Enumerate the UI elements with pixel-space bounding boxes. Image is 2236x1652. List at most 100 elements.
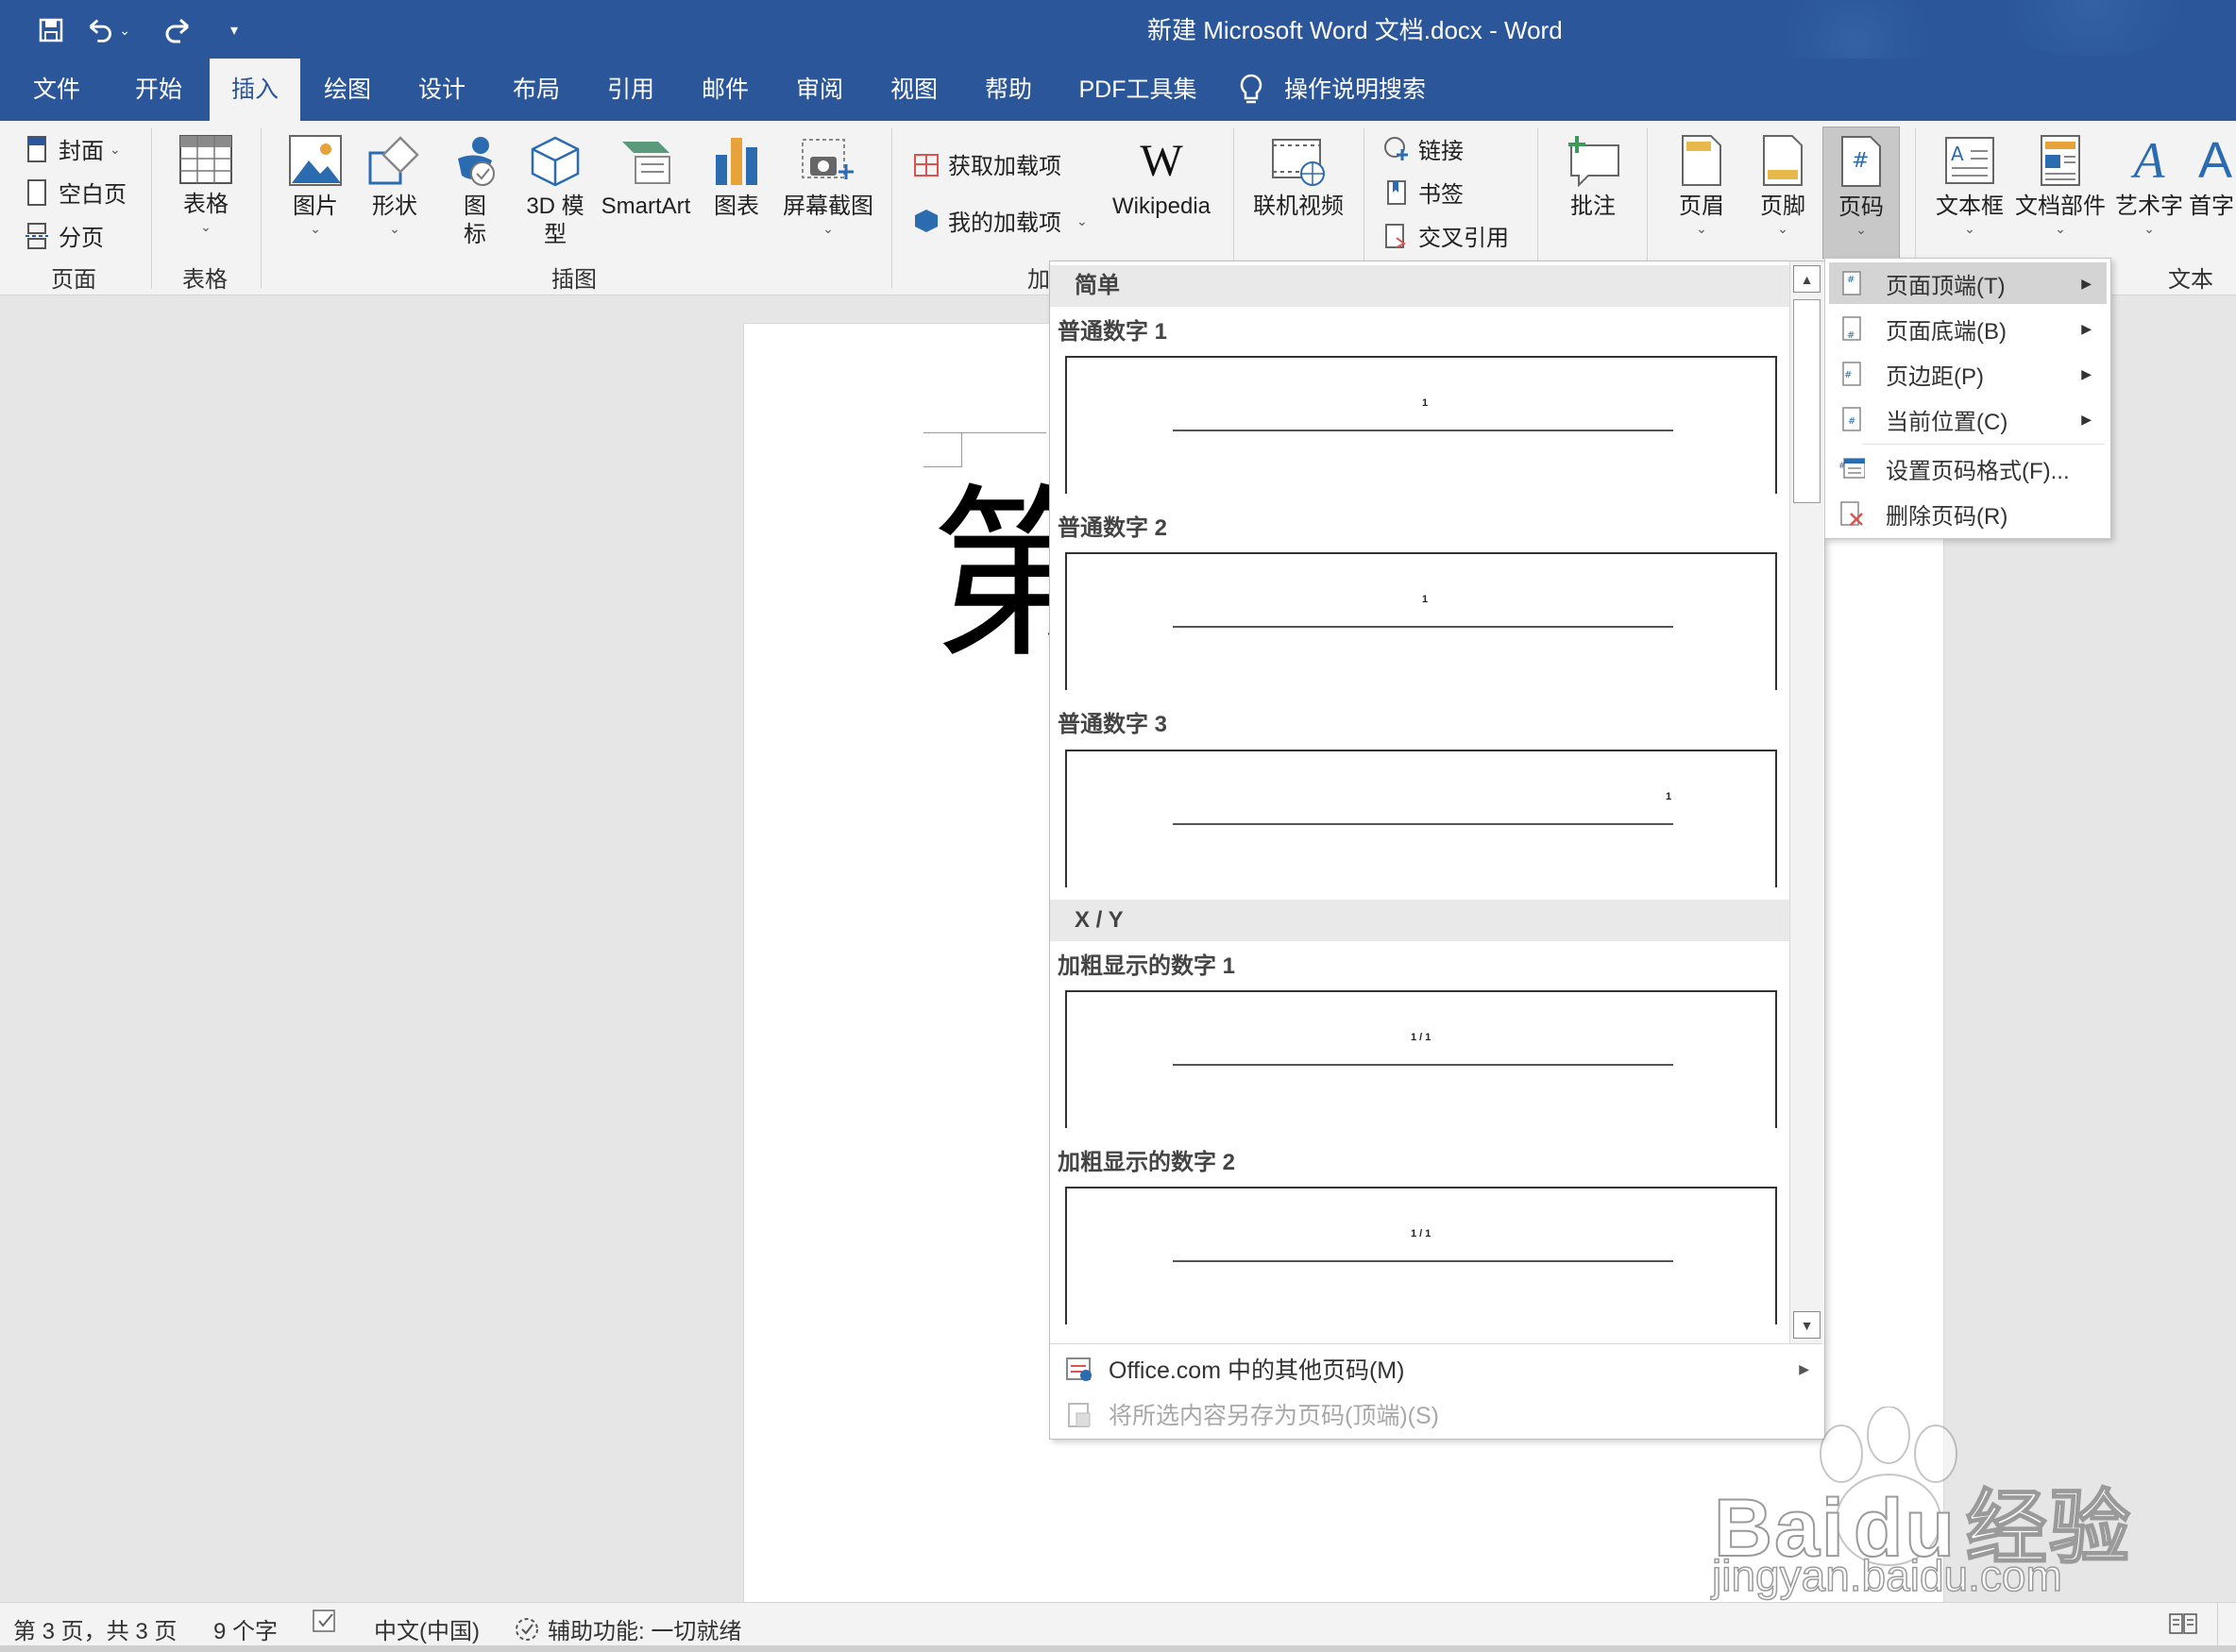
menu-item-top-of-page[interactable]: # 页面顶端(T) ▶ xyxy=(1829,262,2107,304)
gallery-scrollbar[interactable]: ▲ ▼ xyxy=(1789,261,1823,1343)
screenshot-button[interactable]: 屏幕截图 ⌄ xyxy=(776,134,880,236)
menu-item-current-position[interactable]: # 当前位置(C) ▶ xyxy=(1829,398,2107,440)
scroll-down-icon[interactable]: ▼ xyxy=(1793,1311,1821,1339)
divider xyxy=(1050,1343,1822,1344)
gallery-item-plain-number-2[interactable]: 1 xyxy=(1065,552,1777,690)
comment-button[interactable]: 批注 xyxy=(1550,134,1635,221)
proofing-icon[interactable] xyxy=(312,1609,340,1642)
tab-home[interactable]: 开始 xyxy=(121,59,196,121)
header-label: 页眉 xyxy=(1679,194,1724,219)
more-page-numbers-office-button[interactable]: Office.com 中的其他页码(M) ▶ xyxy=(1050,1346,1822,1391)
accessibility-status[interactable]: 辅助功能: 一切就绪 xyxy=(514,1612,741,1645)
watermark-url: jingyan.baidu.com xyxy=(1711,1550,2062,1601)
customize-icon[interactable]: ▾ xyxy=(223,9,246,51)
wikipedia-button[interactable]: W Wikipedia xyxy=(1105,134,1218,221)
menu-item-remove-page-numbers[interactable]: 删除页码(R) xyxy=(1829,493,2107,534)
menu-item-label: 页面底端(B) xyxy=(1886,318,2007,345)
footer-button[interactable]: 页脚 ⌄ xyxy=(1745,134,1821,236)
gallery-item-plain-number-3[interactable]: 1 xyxy=(1065,750,1777,887)
title-bar: ⌄ ▾ 新建 Microsoft Word 文档.docx - Word xyxy=(0,0,2236,113)
tab-pdf[interactable]: PDF工具集 xyxy=(1075,59,1201,121)
link-label: 链接 xyxy=(1418,139,1464,164)
chart-label: 图表 xyxy=(714,194,759,219)
page-break-button[interactable]: 分页 xyxy=(23,219,104,252)
cross-reference-button[interactable]: 交叉引用 xyxy=(1382,219,1509,252)
gallery-item-title: 加粗显示的数字 1 xyxy=(1058,953,1236,979)
table-button[interactable]: 表格 ⌄ xyxy=(170,134,242,234)
menu-item-page-margins[interactable]: # 页边距(P) ▶ xyxy=(1829,353,2107,395)
language-status[interactable]: 中文(中国) xyxy=(374,1612,480,1645)
tab-view[interactable]: 视图 xyxy=(876,59,952,121)
tab-help[interactable]: 帮助 xyxy=(971,59,1046,121)
tab-design[interactable]: 设计 xyxy=(404,59,480,121)
header-line xyxy=(1173,1064,1673,1066)
bookmark-button[interactable]: 书签 xyxy=(1382,176,1464,209)
status-bar: 第 3 页，共 3 页 9 个字 中文(中国) 辅助功能: 一切就绪 xyxy=(0,1602,2236,1646)
gallery-item-bold-number-2[interactable]: 1 / 1 xyxy=(1065,1187,1777,1324)
header-button[interactable]: 页眉 ⌄ xyxy=(1664,134,1739,236)
tab-file[interactable]: 文件 xyxy=(19,59,94,121)
word-count-status[interactable]: 9 个字 xyxy=(213,1612,278,1645)
tab-references[interactable]: 引用 xyxy=(593,59,669,121)
gallery-item-title: 加粗显示的数字 2 xyxy=(1058,1150,1236,1175)
quick-parts-icon xyxy=(2038,134,2083,187)
scroll-up-icon[interactable]: ▲ xyxy=(1793,265,1821,293)
save-icon[interactable] xyxy=(32,9,70,51)
gallery-item-plain-number-1[interactable]: 1 xyxy=(1065,356,1777,494)
store-icon xyxy=(912,150,940,178)
tell-me-search[interactable]: 操作说明搜索 xyxy=(1239,59,1484,121)
menu-item-bottom-of-page[interactable]: # 页面底端(B) ▶ xyxy=(1829,308,2107,349)
tab-draw[interactable]: 绘图 xyxy=(310,59,385,121)
drop-cap-button[interactable]: A 首字 xyxy=(2189,134,2236,221)
cover-page-button[interactable]: 封面 ⌄ xyxy=(23,132,121,165)
wordart-button[interactable]: A 艺术字 ⌄ xyxy=(2111,132,2187,236)
submenu-arrow-icon: ▶ xyxy=(2081,320,2092,336)
gallery-item-bold-number-1[interactable]: 1 / 1 xyxy=(1065,990,1777,1128)
page-number-button[interactable]: # 页码 ⌄ xyxy=(1822,126,1900,259)
quick-parts-button[interactable]: 文档部件 ⌄ xyxy=(2011,134,2109,236)
gallery-item-title: 普通数字 1 xyxy=(1058,319,1168,345)
blank-page-icon xyxy=(23,178,51,207)
page-number-submenu: # 页面顶端(T) ▶ # 页面底端(B) ▶ # 页边距(P) ▶ # 当前位… xyxy=(1824,258,2111,539)
wordart-label: 艺术字 xyxy=(2115,194,2183,219)
shapes-button[interactable]: 形状 ⌄ xyxy=(361,134,429,236)
group-label-illustrations: 插图 xyxy=(551,267,597,293)
tab-insert[interactable]: 插入 xyxy=(210,59,300,121)
tab-layout[interactable]: 布局 xyxy=(499,59,574,121)
group-separator xyxy=(151,128,152,289)
current-position-icon: # xyxy=(1838,404,1865,434)
blank-page-button[interactable]: 空白页 xyxy=(23,176,127,209)
get-addins-button[interactable]: 获取加载项 xyxy=(912,147,1061,180)
menu-item-format-page-numbers[interactable]: # 设置页码格式(F)... xyxy=(1829,447,2107,489)
group-label-tables: 表格 xyxy=(182,267,228,293)
smartart-icon xyxy=(617,134,675,187)
3d-models-button[interactable]: 3D 模 型 xyxy=(517,134,593,249)
icons-icon xyxy=(449,134,501,187)
margin-mark xyxy=(923,432,1046,433)
icons-button[interactable]: 图 标 xyxy=(442,134,508,249)
shapes-label: 形状 xyxy=(372,194,417,219)
undo-icon[interactable]: ⌄ xyxy=(85,9,130,51)
header-icon xyxy=(1679,134,1724,187)
redo-icon[interactable] xyxy=(161,9,198,51)
tab-mailings[interactable]: 邮件 xyxy=(687,59,763,121)
save-selection-label: 将所选内容另存为页码(顶端)(S) xyxy=(1109,1403,1439,1429)
page-count-status[interactable]: 第 3 页，共 3 页 xyxy=(13,1612,177,1645)
my-addins-button[interactable]: 我的加载项 ⌄ xyxy=(912,204,1088,237)
group-separator xyxy=(261,128,262,289)
textbox-button[interactable]: A 文本框 ⌄ xyxy=(1930,134,2009,236)
link-button[interactable]: 链接 xyxy=(1382,132,1464,165)
wikipedia-label: Wikipedia xyxy=(1111,194,1211,219)
scroll-thumb[interactable] xyxy=(1793,299,1821,503)
chart-button[interactable]: 图表 xyxy=(703,134,771,221)
picture-button[interactable]: 图片 ⌄ xyxy=(281,134,349,236)
read-mode-icon[interactable] xyxy=(2168,1610,2198,1644)
page-number-label: 页码 xyxy=(1838,194,1884,220)
wikipedia-icon: W xyxy=(1140,135,1183,186)
header-line xyxy=(1173,430,1673,431)
online-video-label: 联机视频 xyxy=(1253,194,1344,219)
smartart-button[interactable]: SmartArt xyxy=(595,134,697,221)
online-video-button[interactable]: 联机视频 xyxy=(1246,134,1350,221)
tab-review[interactable]: 审阅 xyxy=(782,59,857,121)
cover-page-label: 封面 xyxy=(59,139,104,164)
